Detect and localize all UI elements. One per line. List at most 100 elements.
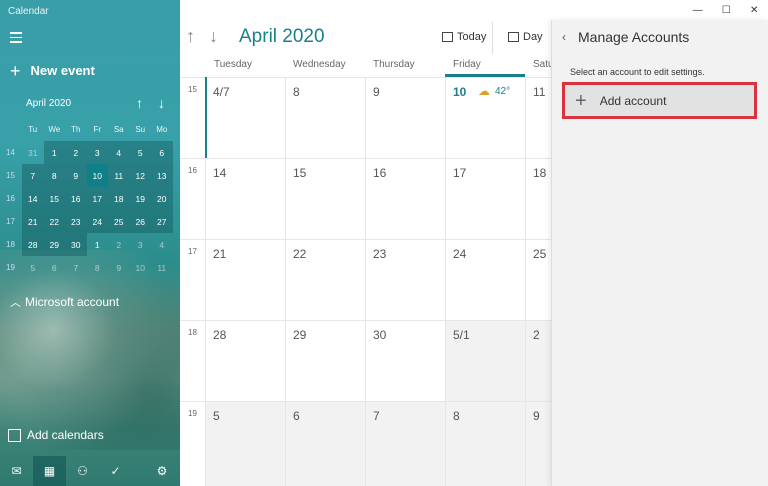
- mini-day[interactable]: 23: [65, 210, 87, 233]
- mini-day[interactable]: 11: [151, 256, 173, 279]
- day-number: 5/1: [453, 328, 470, 342]
- mini-day[interactable]: 21: [22, 210, 44, 233]
- mini-day[interactable]: 5: [129, 141, 151, 164]
- mini-day[interactable]: 2: [65, 141, 87, 164]
- mini-day[interactable]: 9: [108, 256, 130, 279]
- mini-day[interactable]: 1: [43, 141, 65, 164]
- mini-day[interactable]: 19: [129, 187, 151, 210]
- mini-day[interactable]: 6: [151, 141, 173, 164]
- people-icon[interactable]: ⚇: [66, 456, 99, 486]
- partly-sunny-icon: ☁: [478, 84, 490, 98]
- day-cell[interactable]: 14: [205, 159, 285, 239]
- week-number: 15: [188, 85, 197, 94]
- mini-day[interactable]: 5: [22, 256, 44, 279]
- mini-day[interactable]: 24: [86, 210, 108, 233]
- calendar-icon[interactable]: ▦: [33, 456, 66, 486]
- mini-day[interactable]: 22: [43, 210, 65, 233]
- calendar-nav: ↑ ↓: [186, 26, 232, 47]
- mini-day[interactable]: 8: [87, 256, 109, 279]
- mini-calendar-header: April 2020 ↑ ↓: [0, 95, 180, 112]
- day-cell[interactable]: 28: [205, 321, 285, 401]
- mini-next-arrow-icon[interactable]: ↓: [158, 95, 165, 111]
- mini-day[interactable]: 11: [108, 164, 130, 187]
- gear-icon[interactable]: ⚙: [144, 456, 180, 486]
- close-icon[interactable]: ✕: [750, 5, 758, 16]
- previous-arrow-icon[interactable]: ↑: [186, 26, 195, 46]
- mini-day[interactable]: 8: [43, 164, 65, 187]
- day-cell[interactable]: 16: [365, 159, 445, 239]
- mini-day[interactable]: 30: [65, 233, 87, 256]
- add-account-button[interactable]: + Add account: [562, 82, 757, 119]
- mini-day[interactable]: 31: [22, 141, 44, 164]
- mini-day[interactable]: 20: [151, 187, 173, 210]
- day-number: 24: [453, 247, 467, 261]
- mini-day[interactable]: 9: [65, 164, 87, 187]
- day-cell-today[interactable]: 10 ☁ 42°: [445, 78, 525, 158]
- day-cell[interactable]: 21: [205, 240, 285, 320]
- mini-day[interactable]: 4: [108, 141, 130, 164]
- panel-title: Manage Accounts: [578, 29, 690, 45]
- minimize-icon[interactable]: —: [693, 5, 703, 16]
- mini-day[interactable]: 12: [129, 164, 151, 187]
- mini-day[interactable]: 13: [151, 164, 173, 187]
- day-cell[interactable]: 5: [205, 402, 285, 486]
- mini-day-today[interactable]: 10: [86, 164, 108, 187]
- mini-day[interactable]: 3: [130, 233, 152, 256]
- month-title[interactable]: April 2020: [239, 26, 325, 48]
- mini-day[interactable]: 29: [43, 233, 65, 256]
- day-cell[interactable]: 15: [285, 159, 365, 239]
- mini-dow: Fr: [93, 125, 102, 134]
- mini-day[interactable]: 14: [22, 187, 44, 210]
- day-cell[interactable]: 7: [365, 402, 445, 486]
- day-cell[interactable]: 9: [365, 78, 445, 158]
- mini-prev-arrow-icon[interactable]: ↑: [136, 95, 143, 111]
- mini-day[interactable]: 25: [108, 210, 130, 233]
- mini-day[interactable]: 10: [130, 256, 152, 279]
- day-cell[interactable]: 29: [285, 321, 365, 401]
- hamburger-menu-icon[interactable]: [10, 32, 22, 46]
- day-number: 25: [533, 247, 547, 261]
- todo-icon[interactable]: ✓: [99, 456, 132, 486]
- day-cell[interactable]: 4/7: [205, 78, 285, 158]
- mini-day[interactable]: 27: [151, 210, 173, 233]
- mini-day[interactable]: 7: [65, 256, 87, 279]
- mini-day[interactable]: 3: [86, 141, 108, 164]
- next-arrow-icon[interactable]: ↓: [209, 26, 218, 46]
- day-cell[interactable]: 6: [285, 402, 365, 486]
- mini-day[interactable]: 6: [44, 256, 66, 279]
- new-event-button[interactable]: + New event: [10, 62, 95, 80]
- day-cell[interactable]: 17: [445, 159, 525, 239]
- today-button[interactable]: Today: [442, 31, 486, 43]
- day-view-button[interactable]: Day: [508, 31, 543, 43]
- mini-week-row: 15 7 8 9 10 11 12 13: [6, 164, 173, 187]
- mini-calendar-month[interactable]: April 2020: [26, 98, 71, 109]
- day-cell[interactable]: 23: [365, 240, 445, 320]
- mini-day[interactable]: 17: [86, 187, 108, 210]
- mini-week-number: 19: [6, 263, 15, 272]
- mini-day[interactable]: 18: [108, 187, 130, 210]
- back-chevron-icon[interactable]: ‹: [562, 30, 566, 44]
- mini-day[interactable]: 16: [65, 187, 87, 210]
- day-cell[interactable]: 24: [445, 240, 525, 320]
- left-pane: Calendar + New event April 2020 ↑ ↓ Tu W…: [0, 0, 180, 486]
- mini-day[interactable]: 28: [22, 233, 44, 256]
- mini-day[interactable]: 2: [108, 233, 130, 256]
- day-number: 18: [533, 166, 547, 180]
- add-calendars-button[interactable]: Add calendars: [8, 428, 104, 442]
- day-cell[interactable]: 8: [285, 78, 365, 158]
- maximize-icon[interactable]: ☐: [722, 5, 731, 16]
- mini-day[interactable]: 15: [43, 187, 65, 210]
- day-cell[interactable]: 30: [365, 321, 445, 401]
- microsoft-account-section[interactable]: ︿ Microsoft account: [10, 294, 119, 310]
- day-cell[interactable]: 22: [285, 240, 365, 320]
- app-switcher-bar: ✉ ▦ ⚇ ✓ ⚙: [0, 456, 180, 486]
- chevron-up-icon: ︿: [10, 297, 21, 309]
- mini-day[interactable]: 4: [151, 233, 173, 256]
- mini-day[interactable]: 26: [129, 210, 151, 233]
- day-cell[interactable]: 8: [445, 402, 525, 486]
- mini-day[interactable]: 7: [22, 164, 44, 187]
- day-cell[interactable]: 5/1: [445, 321, 525, 401]
- mini-day[interactable]: 1: [87, 233, 109, 256]
- mini-week-row: 14 31 1 2 3 4 5 6: [6, 141, 173, 164]
- mail-icon[interactable]: ✉: [0, 456, 33, 486]
